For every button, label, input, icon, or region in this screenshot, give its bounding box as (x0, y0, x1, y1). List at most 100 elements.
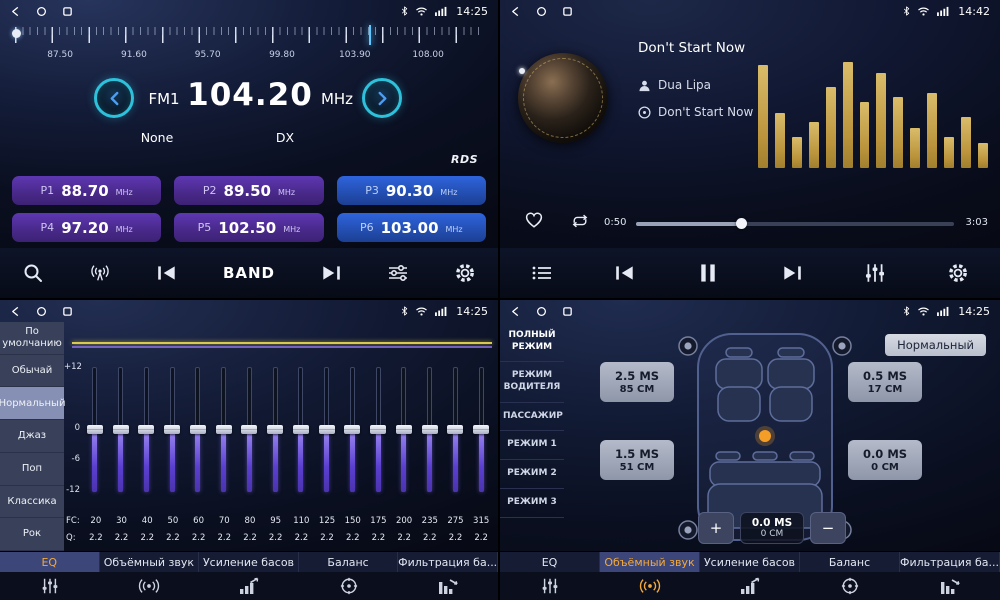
tab-balance[interactable]: Баланс (299, 552, 399, 572)
tab-surround[interactable]: Объёмный звук (600, 552, 700, 572)
eq-band-slider[interactable] (134, 367, 160, 492)
repeat-icon[interactable] (570, 213, 590, 229)
surround-icon[interactable] (600, 572, 700, 600)
eq-preset-default[interactable]: По умолчанию (0, 322, 64, 355)
back-icon[interactable] (510, 306, 521, 317)
search-icon[interactable] (22, 262, 44, 284)
filter-icon[interactable] (900, 572, 1000, 600)
back-icon[interactable] (10, 306, 21, 317)
progress-knob[interactable] (736, 218, 747, 229)
slider-knob[interactable] (216, 425, 232, 434)
preset-p2[interactable]: P2 89.50 MHz (174, 176, 323, 205)
preset-p6[interactable]: P6 103.00 MHz (337, 213, 486, 242)
mode-passenger[interactable]: ПАССАЖИР (500, 403, 564, 432)
eq-preset-normal[interactable]: Нормальный (0, 387, 64, 420)
home-icon[interactable] (536, 306, 547, 317)
eq-band-slider[interactable] (365, 367, 391, 492)
back-icon[interactable] (510, 6, 521, 17)
home-icon[interactable] (536, 6, 547, 17)
equalizer-icon[interactable] (0, 572, 100, 600)
bass-boost-icon[interactable] (700, 572, 800, 600)
slider-knob[interactable] (396, 425, 412, 434)
tab-surround[interactable]: Объёмный звук (100, 552, 200, 572)
favorite-heart-icon[interactable] (524, 211, 544, 229)
tune-sliders-icon[interactable] (387, 262, 409, 284)
slider-knob[interactable] (267, 425, 283, 434)
dx-mode-label[interactable]: DX (262, 130, 308, 145)
eq-band-slider[interactable] (417, 367, 443, 492)
eq-band-slider[interactable] (391, 367, 417, 492)
tab-eq[interactable]: EQ (500, 552, 600, 572)
eq-band-slider[interactable] (211, 367, 237, 492)
eq-band-slider[interactable] (468, 367, 494, 492)
eq-band-slider[interactable] (314, 367, 340, 492)
tab-eq[interactable]: EQ (0, 552, 100, 572)
previous-track-icon[interactable] (614, 262, 636, 284)
scale-knob[interactable] (12, 29, 21, 38)
next-track-icon[interactable] (781, 262, 803, 284)
home-icon[interactable] (36, 6, 47, 17)
settings-gear-icon[interactable] (454, 262, 476, 284)
frequency-scale[interactable]: 87.50 91.60 95.70 99.80 103.90 108.00 (15, 25, 485, 75)
bass-boost-icon[interactable] (199, 572, 299, 600)
eq-preset-rock[interactable]: Рок (0, 518, 64, 551)
recents-icon[interactable] (62, 6, 73, 17)
eq-band-slider[interactable] (288, 367, 314, 492)
mode-full[interactable]: ПОЛНЫЙ РЕЖИМ (500, 322, 564, 362)
tab-filter[interactable]: Фильтрация ба... (398, 552, 498, 572)
eq-band-slider[interactable] (237, 367, 263, 492)
delay-rear-right[interactable]: 0.0 MS 0 CM (848, 440, 922, 480)
eq-preset-pop[interactable]: Поп (0, 453, 64, 486)
mode-2[interactable]: РЕЖИМ 2 (500, 460, 564, 489)
eq-band-slider[interactable] (82, 367, 108, 492)
decrease-delay-button[interactable]: − (810, 512, 846, 544)
recents-icon[interactable] (562, 306, 573, 317)
delay-rear-left[interactable]: 1.5 MS 51 CM (600, 440, 674, 480)
previous-icon[interactable] (156, 262, 178, 284)
progress-bar[interactable] (636, 222, 954, 226)
mode-driver[interactable]: РЕЖИМ ВОДИТЕЛЯ (500, 362, 564, 402)
mode-3[interactable]: РЕЖИМ 3 (500, 489, 564, 518)
eq-band-slider[interactable] (262, 367, 288, 492)
home-icon[interactable] (36, 306, 47, 317)
seek-up-button[interactable] (362, 78, 402, 118)
equalizer-icon[interactable] (500, 572, 600, 600)
surround-icon[interactable] (100, 572, 200, 600)
slider-knob[interactable] (293, 425, 309, 434)
slider-knob[interactable] (370, 425, 386, 434)
eq-band-slider[interactable] (108, 367, 134, 492)
slider-knob[interactable] (447, 425, 463, 434)
preset-p5[interactable]: P5 102.50 MHz (174, 213, 323, 242)
back-icon[interactable] (10, 6, 21, 17)
preset-p4[interactable]: P4 97.20 MHz (12, 213, 161, 242)
eq-preset-jazz[interactable]: Джаз (0, 420, 64, 453)
delay-front-right[interactable]: 0.5 MS 17 CM (848, 362, 922, 402)
eq-band-slider[interactable] (159, 367, 185, 492)
tab-filter[interactable]: Фильтрация ба... (900, 552, 1000, 572)
slider-knob[interactable] (164, 425, 180, 434)
preset-p3[interactable]: P3 90.30 MHz (337, 176, 486, 205)
tab-balance[interactable]: Баланс (800, 552, 900, 572)
band-button[interactable]: BAND (223, 264, 275, 282)
equalizer-icon[interactable] (864, 262, 886, 284)
slider-knob[interactable] (319, 425, 335, 434)
preset-p1[interactable]: P1 88.70 MHz (12, 176, 161, 205)
eq-band-slider[interactable] (443, 367, 469, 492)
settings-gear-icon[interactable] (947, 262, 969, 284)
eq-band-slider[interactable] (185, 367, 211, 492)
playlist-icon[interactable] (531, 262, 553, 284)
recents-icon[interactable] (562, 6, 573, 17)
profile-button[interactable]: Нормальный (885, 334, 986, 356)
recents-icon[interactable] (62, 306, 73, 317)
eq-preset-classic[interactable]: Классика (0, 486, 64, 519)
seek-down-button[interactable] (94, 78, 134, 118)
slider-knob[interactable] (138, 425, 154, 434)
eq-band-slider[interactable] (340, 367, 366, 492)
tab-bass-boost[interactable]: Усиление басов (199, 552, 299, 572)
slider-knob[interactable] (473, 425, 489, 434)
delay-front-left[interactable]: 2.5 MS 85 CM (600, 362, 674, 402)
balance-icon[interactable] (800, 572, 900, 600)
slider-knob[interactable] (422, 425, 438, 434)
slider-knob[interactable] (344, 425, 360, 434)
slider-knob[interactable] (190, 425, 206, 434)
